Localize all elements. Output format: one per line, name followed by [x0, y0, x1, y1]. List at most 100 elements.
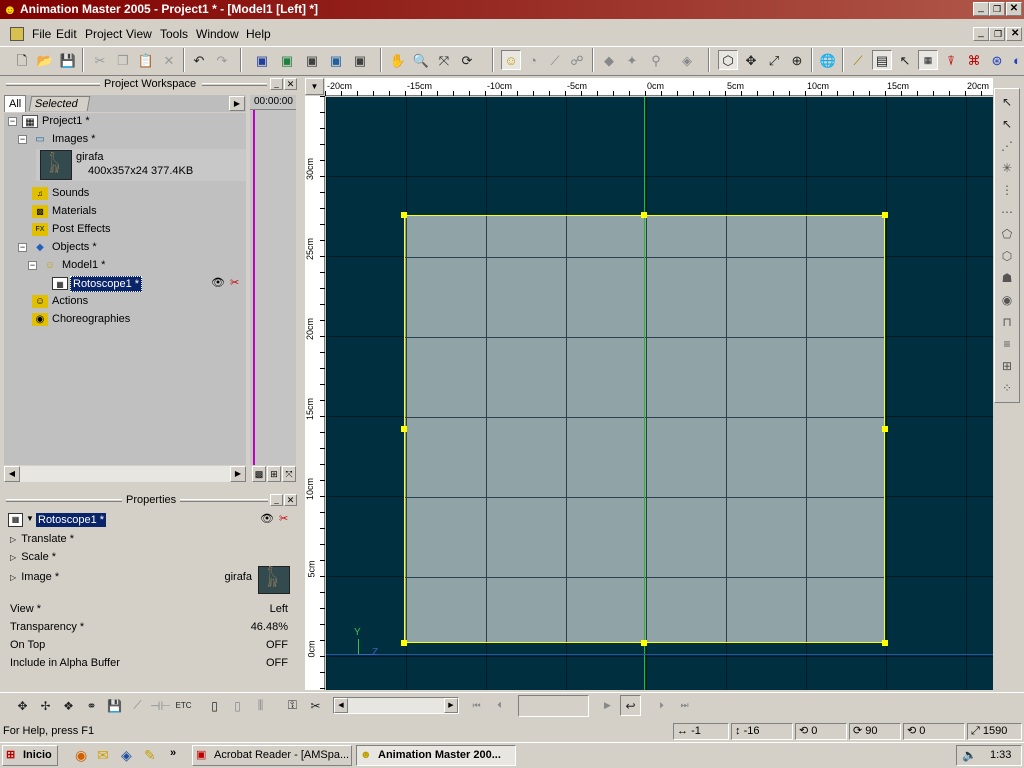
resize-handle-top-left[interactable] — [401, 212, 407, 218]
mirror-icon[interactable]: ⊣⊢ — [150, 695, 171, 716]
workspace-min-button[interactable]: _ — [270, 78, 283, 90]
time-slider-left-button[interactable]: ◀ — [334, 698, 348, 713]
wand-icon[interactable]: ⟋ — [848, 50, 868, 70]
resize-handle-bottom-center[interactable] — [641, 640, 647, 646]
target-icon[interactable]: ◉ — [997, 290, 1017, 310]
properties-object-name[interactable]: Rotoscope1 * — [36, 513, 107, 527]
open-folder-icon[interactable]: 📂 — [35, 50, 55, 70]
visibility-eye-icon[interactable]: 👁 — [211, 275, 225, 292]
smooth-icon[interactable]: ⋯ — [997, 202, 1017, 222]
bone-translate-icon[interactable]: ✢ — [35, 695, 56, 716]
grid-toggle-icon[interactable]: ▦ — [918, 50, 938, 70]
collapse-icon[interactable]: − — [18, 135, 27, 144]
viewport-canvas[interactable]: Y Z — [326, 97, 993, 690]
bone-scale-icon[interactable]: ⚭ — [81, 695, 102, 716]
undo-icon[interactable]: ↶ — [189, 50, 209, 70]
prop-on-top[interactable]: On Top OFF — [10, 636, 292, 654]
pointer-options-icon[interactable]: ↖ — [895, 50, 915, 70]
start-button[interactable]: ⊞ Inicio — [2, 745, 58, 766]
constraint-icon[interactable]: ✦ — [622, 50, 642, 70]
time-slider-right-button[interactable]: ▶ — [444, 698, 458, 713]
render-lock-icon[interactable]: ▣ — [302, 50, 322, 70]
add-point-icon[interactable]: ↖ — [997, 114, 1017, 134]
save-pose-icon[interactable]: 💾 — [104, 695, 125, 716]
tree-item-project[interactable]: − ▦ Project1 * — [8, 113, 246, 130]
tab-selected[interactable]: Selected — [28, 96, 91, 111]
stack-icon[interactable]: ≡ — [997, 334, 1017, 354]
rotate-mode-icon[interactable]: ⊕ — [787, 50, 807, 70]
bone-rotate-icon[interactable]: ❖ — [58, 695, 79, 716]
restore-button[interactable]: ❐ — [989, 2, 1005, 16]
doc-minimize-button[interactable]: _ — [973, 27, 989, 41]
quicklaunch-more[interactable]: » — [170, 747, 176, 759]
resize-handle-bottom-left[interactable] — [401, 640, 407, 646]
firefox-icon[interactable]: ◉ — [75, 747, 87, 764]
pose-line-icon[interactable]: ⟋ — [127, 695, 148, 716]
new-file-icon[interactable]: 🗋 — [12, 50, 32, 70]
prop-view[interactable]: View * Left — [10, 600, 292, 618]
resize-handle-top-right[interactable] — [882, 212, 888, 218]
lock-toggle-icon[interactable]: ✂ — [279, 512, 288, 525]
collapse-icon[interactable]: − — [18, 243, 27, 252]
resize-handle-mid-right[interactable] — [882, 426, 888, 432]
visibility-eye-icon[interactable]: 👁 — [260, 512, 274, 525]
copy-icon[interactable]: ❐ — [113, 50, 133, 70]
task-animation-master[interactable]: ☻ Animation Master 200... — [356, 745, 516, 766]
menu-tools[interactable]: Tools — [156, 24, 192, 44]
timeline-grid-icon[interactable]: ⊞ — [267, 466, 281, 482]
lock-icon[interactable]: ⊓ — [997, 312, 1017, 332]
prop-transparency[interactable]: Transparency * 46.48% — [10, 618, 292, 636]
timeline-fit-icon[interactable]: ⤧ — [282, 466, 296, 482]
align-right-icon[interactable]: ▯ — [227, 695, 248, 716]
resize-handle-mid-left[interactable] — [401, 426, 407, 432]
turn-icon[interactable]: ⟳ — [457, 50, 477, 70]
expand-icon[interactable]: ▷ — [10, 573, 16, 582]
globe-icon[interactable]: 🌐 — [818, 50, 838, 70]
extrude-icon[interactable]: ✳ — [997, 158, 1017, 178]
volume-icon[interactable]: 🔈 — [962, 748, 977, 762]
workspace-close-button[interactable]: ✕ — [284, 78, 297, 90]
zoom-fit-icon[interactable]: ⤧ — [434, 50, 454, 70]
prop-image[interactable]: ▷ Image * girafa 𓃱 — [10, 566, 292, 596]
menu-help[interactable]: Help — [242, 24, 275, 44]
properties-min-button[interactable]: _ — [270, 494, 283, 506]
outlook-icon[interactable]: ✉ — [97, 747, 109, 764]
pose-mode-icon[interactable]: ☍ — [567, 50, 587, 70]
snap-icon[interactable]: ⌘ — [964, 50, 984, 70]
bone-mode-icon[interactable]: ⟋ — [545, 50, 565, 70]
menu-view[interactable]: View — [122, 24, 156, 44]
align-left-icon[interactable]: ▯ — [204, 695, 225, 716]
relationship-icon[interactable]: ⚲ — [646, 50, 666, 70]
mesh-icon[interactable]: ⊞ — [997, 356, 1017, 376]
go-first-frame-icon[interactable]: ⏮ — [466, 695, 487, 716]
tree-item-image[interactable]: 𓃱 girafa 400x357x24 377.4KB — [36, 149, 246, 181]
scroll-right-button[interactable]: ▶ — [230, 466, 246, 482]
properties-toggle-icon[interactable]: ▤ — [872, 50, 892, 70]
render-region-icon[interactable]: ▣ — [277, 50, 297, 70]
tree-item-actions[interactable]: ☺ Actions — [8, 293, 246, 310]
tabs-scroll-right-button[interactable]: ▶ — [229, 96, 245, 111]
time-slider[interactable]: ◀ ▶ — [333, 697, 459, 714]
go-last-frame-icon[interactable]: ⏭ — [674, 695, 695, 716]
menu-window[interactable]: Window — [192, 24, 243, 44]
arrow-select-icon[interactable]: ↖ — [997, 92, 1017, 112]
tree-item-post-effects[interactable]: FX Post Effects — [8, 221, 246, 238]
tab-all[interactable]: All — [4, 95, 26, 112]
tree-item-sounds[interactable]: ♫ Sounds — [8, 185, 246, 202]
next-frame-icon[interactable]: ⏵ — [651, 695, 672, 716]
etc-icon[interactable]: ETC — [173, 695, 194, 716]
prop-scale[interactable]: ▷ Scale * — [10, 548, 292, 566]
save-icon[interactable]: 💾 — [58, 50, 78, 70]
tree-item-materials[interactable]: ▩ Materials — [8, 203, 246, 220]
prop-translate[interactable]: ▷ Translate * — [10, 530, 292, 548]
scroll-left-button[interactable]: ◀ — [4, 466, 20, 482]
expand-icon[interactable]: ▷ — [10, 535, 16, 544]
viewport-menu-button[interactable]: ▼ — [305, 78, 324, 95]
expand-icon[interactable]: ▷ — [10, 553, 16, 562]
properties-close-button[interactable]: ✕ — [284, 494, 297, 506]
wireframe-globe-icon[interactable]: ⊛ — [987, 50, 1007, 70]
key-icon[interactable]: ⚿ — [282, 695, 303, 716]
redo-icon[interactable]: ↷ — [212, 50, 232, 70]
group-icon[interactable]: ◈ — [677, 50, 697, 70]
resize-handle-top-center[interactable] — [641, 212, 647, 218]
